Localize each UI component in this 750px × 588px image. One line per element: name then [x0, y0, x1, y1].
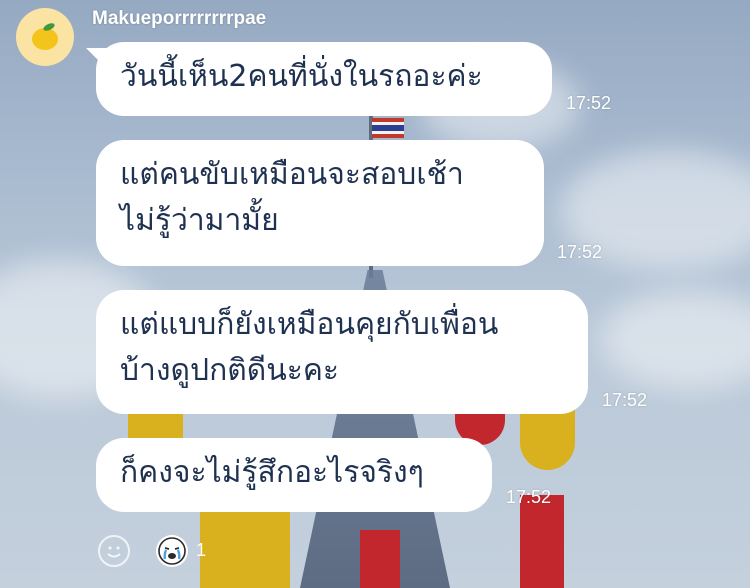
lemon-icon [32, 23, 58, 50]
sender-name: Makueporrrrrrrrpae [92, 8, 267, 29]
smiley-outline-icon [107, 546, 121, 558]
reaction-crying-button[interactable] [156, 535, 188, 567]
message-line: บ้างดูปกติดีนะคะ [120, 353, 339, 388]
add-reaction-button[interactable] [98, 535, 130, 567]
sender-avatar[interactable] [16, 8, 74, 66]
crying-face-icon [158, 537, 186, 565]
message-bubble[interactable]: ก็คงจะไม่รู้สึกอะไรจริงๆ [96, 438, 492, 512]
message-bubble[interactable]: วันนี้เห็น2คนที่นั่งในรถอะค่ะ [96, 42, 552, 116]
reaction-count: 1 [196, 540, 207, 560]
background-block [360, 530, 400, 588]
message-timestamp: 17:52 [566, 93, 612, 113]
message-bubble[interactable]: แต่แบบก็ยังเหมือนคุยกับเพื่อน บ้างดูปกติ… [96, 290, 588, 414]
message-line: วันนี้เห็น2คนที่นั่งในรถอะค่ะ [120, 59, 483, 94]
cloud [600, 290, 750, 390]
background-block [520, 495, 564, 588]
message-bubble[interactable]: แต่คนขับเหมือนจะสอบเช้า ไม่รู้ว่ามามั้ย [96, 140, 544, 266]
thai-flag [372, 118, 404, 138]
message-line: ไม่รู้ว่ามามั้ย [120, 203, 279, 238]
message-line: แต่คนขับเหมือนจะสอบเช้า [120, 157, 464, 192]
message-timestamp: 17:52 [602, 390, 648, 410]
message-timestamp: 17:52 [557, 242, 603, 262]
message-timestamp: 17:52 [506, 487, 552, 507]
message-line: ก็คงจะไม่รู้สึกอะไรจริงๆ [120, 455, 424, 490]
message-line: แต่แบบก็ยังเหมือนคุยกับเพื่อน [120, 307, 499, 342]
